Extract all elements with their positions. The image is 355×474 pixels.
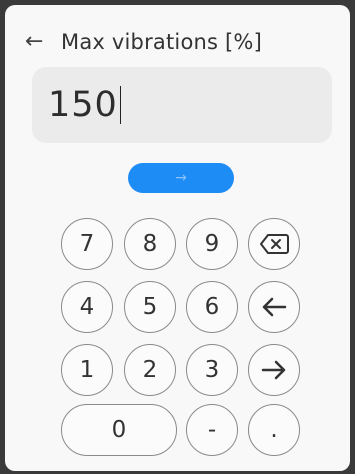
- key-8[interactable]: 8: [124, 218, 176, 270]
- arrow-right-icon: →: [175, 170, 187, 186]
- dialog-title: Max vibrations [%]: [61, 30, 262, 54]
- arrow-right-icon: [261, 360, 286, 380]
- key-9[interactable]: 9: [186, 218, 238, 270]
- arrow-left-icon: [262, 297, 287, 317]
- dialog-header: ← Max vibrations [%]: [25, 27, 262, 57]
- key-7[interactable]: 7: [61, 218, 113, 270]
- key-2[interactable]: 2: [124, 344, 176, 396]
- backspace-icon: [260, 234, 289, 254]
- backspace-key[interactable]: [248, 218, 300, 270]
- key-dot[interactable]: .: [248, 404, 300, 456]
- numeric-input-dialog: ← Max vibrations [%] 150 → 7 8 9 4 5 6 1…: [5, 5, 350, 471]
- cursor-left-key[interactable]: [248, 281, 300, 333]
- key-4[interactable]: 4: [61, 281, 113, 333]
- confirm-button[interactable]: →: [128, 163, 234, 193]
- input-value: 150: [48, 85, 118, 125]
- key-1[interactable]: 1: [61, 344, 113, 396]
- key-minus[interactable]: -: [186, 404, 238, 456]
- text-caret: [119, 86, 122, 124]
- value-input-field[interactable]: 150: [32, 67, 332, 143]
- key-0[interactable]: 0: [61, 404, 177, 456]
- key-3[interactable]: 3: [186, 344, 238, 396]
- key-6[interactable]: 6: [186, 281, 238, 333]
- cursor-right-key[interactable]: [248, 344, 300, 396]
- back-arrow-icon[interactable]: ←: [25, 27, 53, 57]
- key-5[interactable]: 5: [124, 281, 176, 333]
